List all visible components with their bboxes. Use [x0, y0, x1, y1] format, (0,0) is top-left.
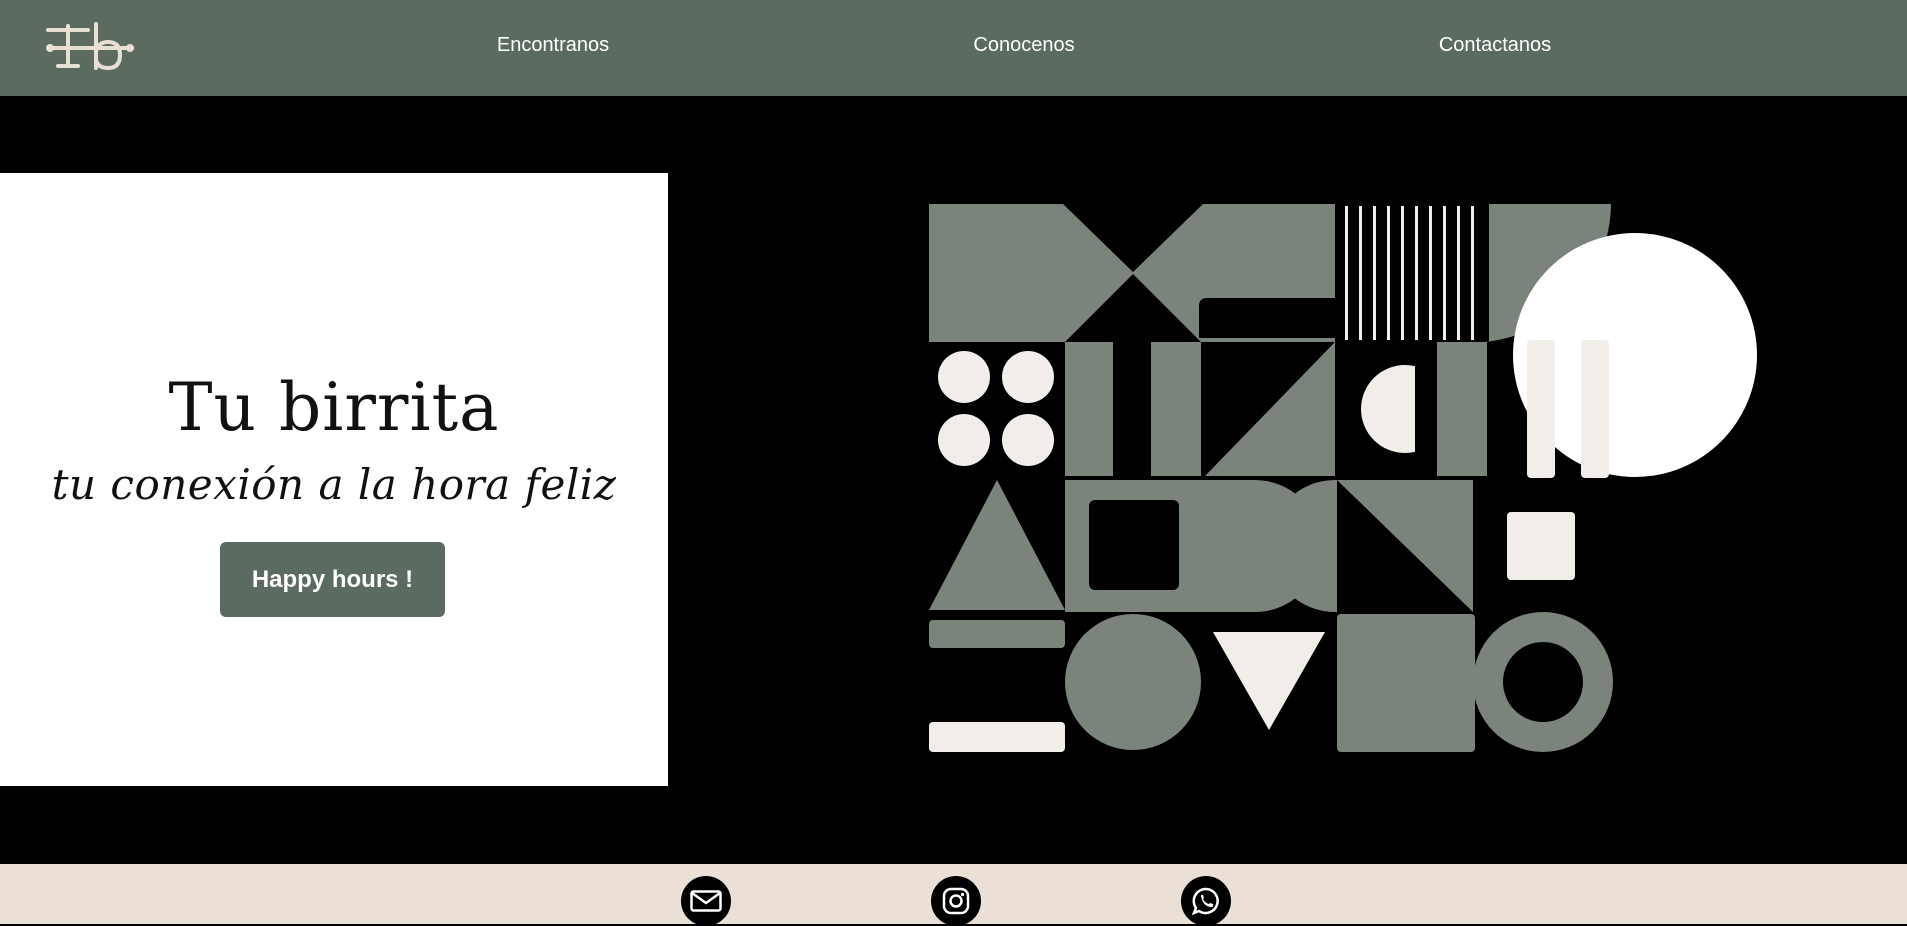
mail-link[interactable]	[681, 876, 731, 926]
brand-title: Tu birrita	[168, 369, 500, 446]
whatsapp-link[interactable]	[1181, 876, 1231, 926]
nav-encontranos[interactable]: Encontranos	[497, 34, 609, 57]
nav-contactanos[interactable]: Contactanos	[1439, 34, 1551, 57]
happy-hours-button[interactable]: Happy hours !	[220, 542, 445, 617]
geometric-illustration	[929, 204, 1757, 752]
nav-conocenos[interactable]: Conocenos	[973, 34, 1074, 57]
instagram-icon	[942, 887, 970, 915]
hero-tagline: tu conexión a la hora feliz	[51, 460, 617, 509]
logo-tb[interactable]: Tb	[46, 22, 134, 72]
art-shapes	[929, 204, 1757, 752]
top-navbar: Tb Encontranos Conocenos Contactanos	[0, 0, 1907, 96]
mail-icon	[690, 890, 722, 912]
whatsapp-icon	[1191, 887, 1219, 916]
instagram-link[interactable]	[931, 876, 981, 926]
